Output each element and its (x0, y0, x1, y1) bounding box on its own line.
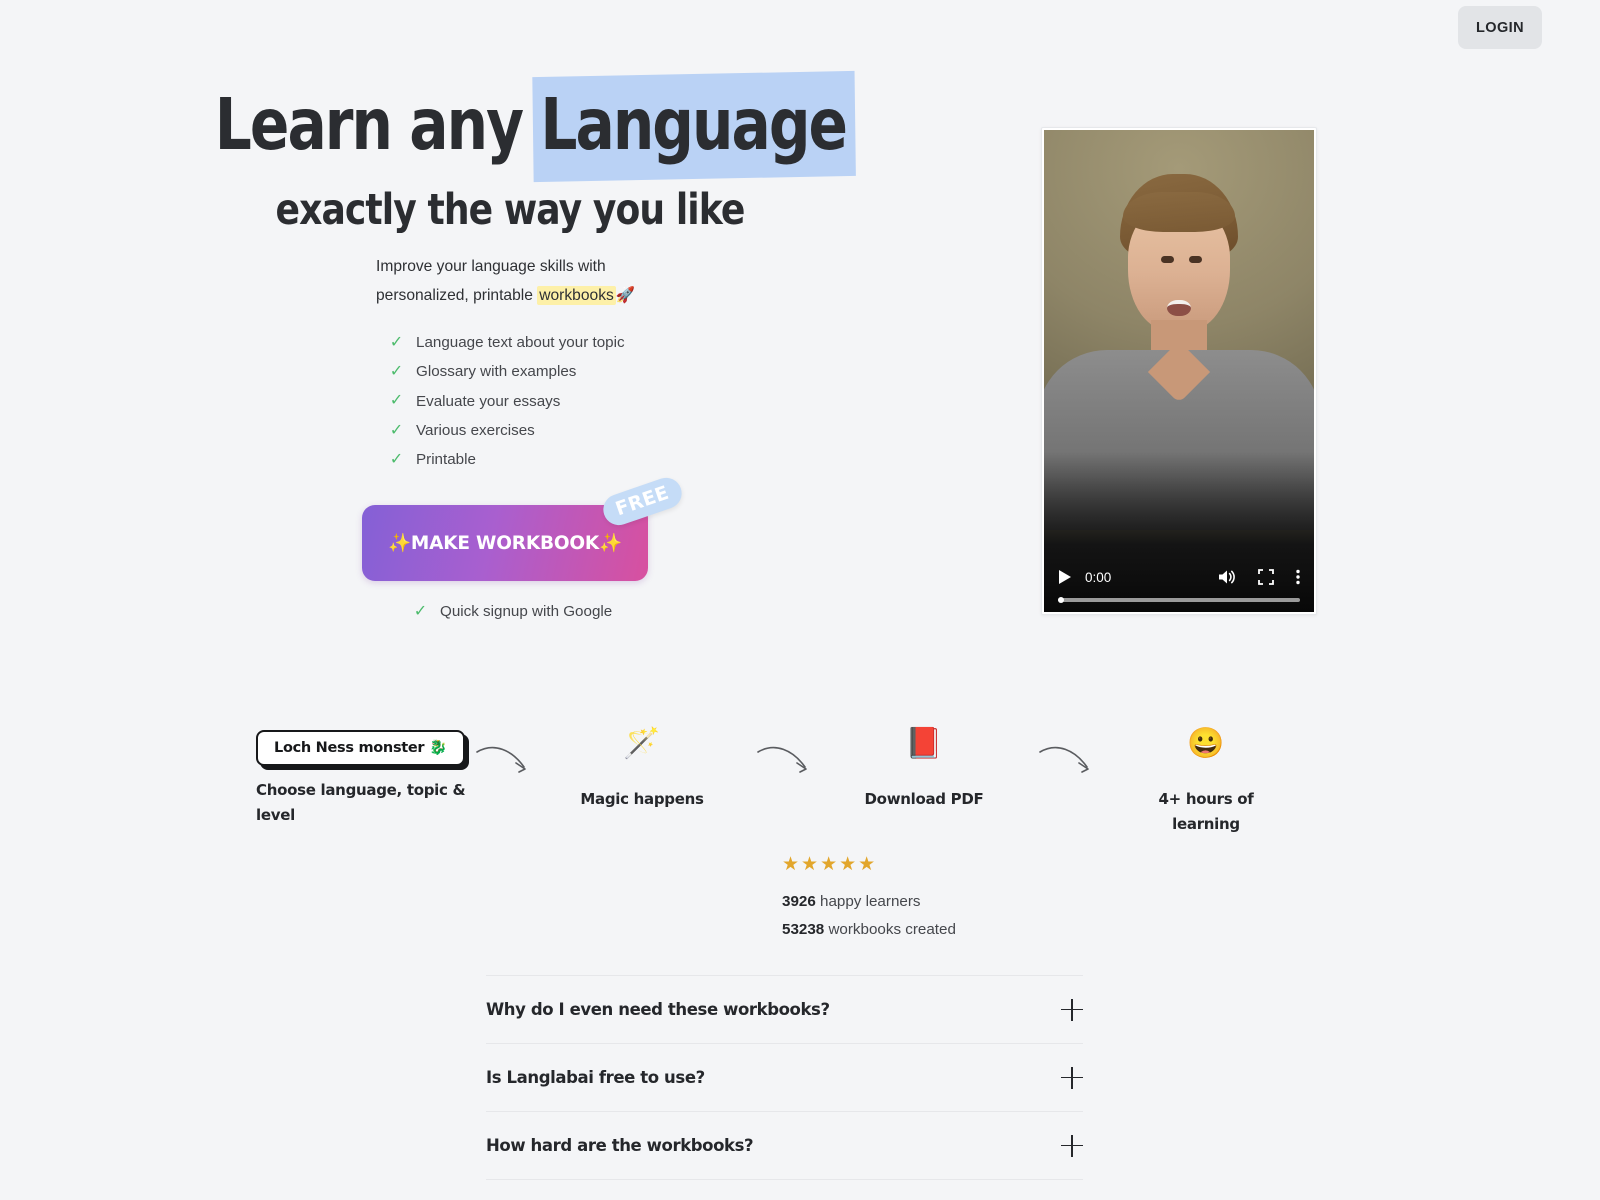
fullscreen-icon[interactable] (1258, 569, 1274, 585)
google-signup-note: ✓ Quick signup with Google (412, 603, 648, 620)
cta-block: ✨MAKE WORKBOOK✨ FREE ✓ Quick signup with… (362, 473, 686, 620)
step-learning: 😀 4+ hours of learning (1132, 729, 1280, 837)
language-topic-pill[interactable]: Loch Ness monster 🐉 (256, 730, 465, 766)
login-button[interactable]: LOGIN (1458, 6, 1542, 49)
feature-item: ✓ Various exercises (388, 416, 625, 445)
step-choose: Loch Ness monster 🐉 Choose language, top… (256, 730, 468, 828)
faq-question: How hard are the workbooks? (486, 1136, 754, 1155)
check-icon: ✓ (389, 362, 404, 380)
make-workbook-label: ✨MAKE WORKBOOK✨ (388, 533, 622, 554)
check-icon: ✓ (389, 333, 404, 351)
person-fringe (1123, 192, 1235, 232)
step-caption: Choose language, topic & level (256, 781, 466, 824)
step-caption: 4+ hours of learning (1158, 790, 1254, 833)
feature-label: Printable (416, 451, 476, 469)
feature-list: ✓ Language text about your topic ✓ Gloss… (388, 328, 625, 474)
plus-icon[interactable] (1061, 1134, 1083, 1157)
video-current-time: 0:00 (1085, 569, 1112, 585)
check-icon: ✓ (413, 602, 428, 620)
headline-highlight: Language (540, 83, 848, 166)
social-proof: ★★★★★ 3926 happy learners 53238 workbook… (782, 855, 956, 943)
learners-count: 3926 (782, 893, 816, 910)
volume-icon[interactable] (1218, 569, 1236, 585)
pdf-file-icon: 📕 (905, 727, 943, 760)
step-caption: Download PDF (864, 790, 984, 808)
google-signup-label: Quick signup with Google (440, 603, 613, 620)
workbooks-label: workbooks created (824, 920, 956, 938)
feature-label: Glossary with examples (416, 363, 577, 381)
faq-question: Is Langlabai free to use? (486, 1068, 705, 1087)
feature-item: ✓ Glossary with examples (388, 357, 625, 386)
faq-section: Why do I even need these workbooks? Is L… (486, 975, 1083, 1180)
page-title: Learn any Language (215, 87, 848, 163)
magic-wand-icon: 🪄 (623, 727, 661, 760)
arrow-icon (1039, 746, 1089, 773)
promo-video[interactable]: 0:00 (1041, 127, 1317, 615)
person-eye-left (1161, 256, 1174, 263)
check-icon: ✓ (389, 421, 404, 439)
workbooks-count: 53238 (782, 920, 825, 938)
lead-paragraph: Improve your language skills with person… (376, 252, 706, 310)
feature-item: ✓ Language text about your topic (388, 328, 625, 357)
arrow-icon (757, 746, 807, 773)
step-caption: Magic happens (580, 790, 704, 808)
rocket-icon: 🚀 (615, 287, 636, 304)
feature-item: ✓ Printable (388, 445, 625, 474)
landing-page: LOGIN Learn any Language exactly the way… (0, 0, 1600, 1200)
page-subtitle: exactly the way you like (275, 184, 746, 235)
star-rating: ★★★★★ (782, 854, 878, 875)
lead-highlight: workbooks (537, 286, 616, 305)
lead-line-1: Improve your language skills with (376, 258, 606, 275)
faq-item[interactable]: Why do I even need these workbooks? (486, 976, 1083, 1044)
headline-prefix: Learn any (214, 83, 541, 166)
feature-label: Language text about your topic (416, 334, 625, 352)
lead-line-2-prefix: personalized, printable (376, 287, 538, 304)
video-surface[interactable]: 0:00 (1044, 130, 1314, 612)
plus-icon[interactable] (1061, 1066, 1083, 1089)
video-controls: 0:00 (1044, 562, 1314, 592)
feature-item: ✓ Evaluate your essays (388, 387, 625, 416)
feature-label: Evaluate your essays (416, 392, 561, 410)
play-icon[interactable] (1058, 569, 1072, 585)
headline-block: Learn any Language exactly the way you l… (150, 87, 870, 235)
step-magic: 🪄 Magic happens (568, 729, 716, 812)
how-it-works-steps: Loch Ness monster 🐉 Choose language, top… (0, 715, 1600, 835)
plus-icon[interactable] (1061, 998, 1083, 1021)
smiley-face-icon: 😀 (1187, 727, 1225, 760)
faq-question: Why do I even need these workbooks? (486, 1000, 830, 1019)
faq-item[interactable]: Is Langlabai free to use? (486, 1044, 1083, 1112)
arrow-icon (476, 746, 526, 773)
feature-label: Various exercises (416, 422, 535, 440)
video-progress-bar[interactable] (1058, 597, 1300, 603)
learners-label: happy learners (815, 893, 921, 910)
check-icon: ✓ (389, 392, 404, 410)
person-eye-right (1189, 256, 1202, 263)
check-icon: ✓ (389, 450, 404, 468)
person-mouth (1167, 300, 1191, 316)
learners-stat: 3926 happy learners 53238 workbooks crea… (782, 888, 956, 943)
more-options-icon[interactable] (1296, 569, 1300, 585)
step-download: 📕 Download PDF (850, 729, 998, 812)
faq-item[interactable]: How hard are the workbooks? (486, 1112, 1083, 1180)
